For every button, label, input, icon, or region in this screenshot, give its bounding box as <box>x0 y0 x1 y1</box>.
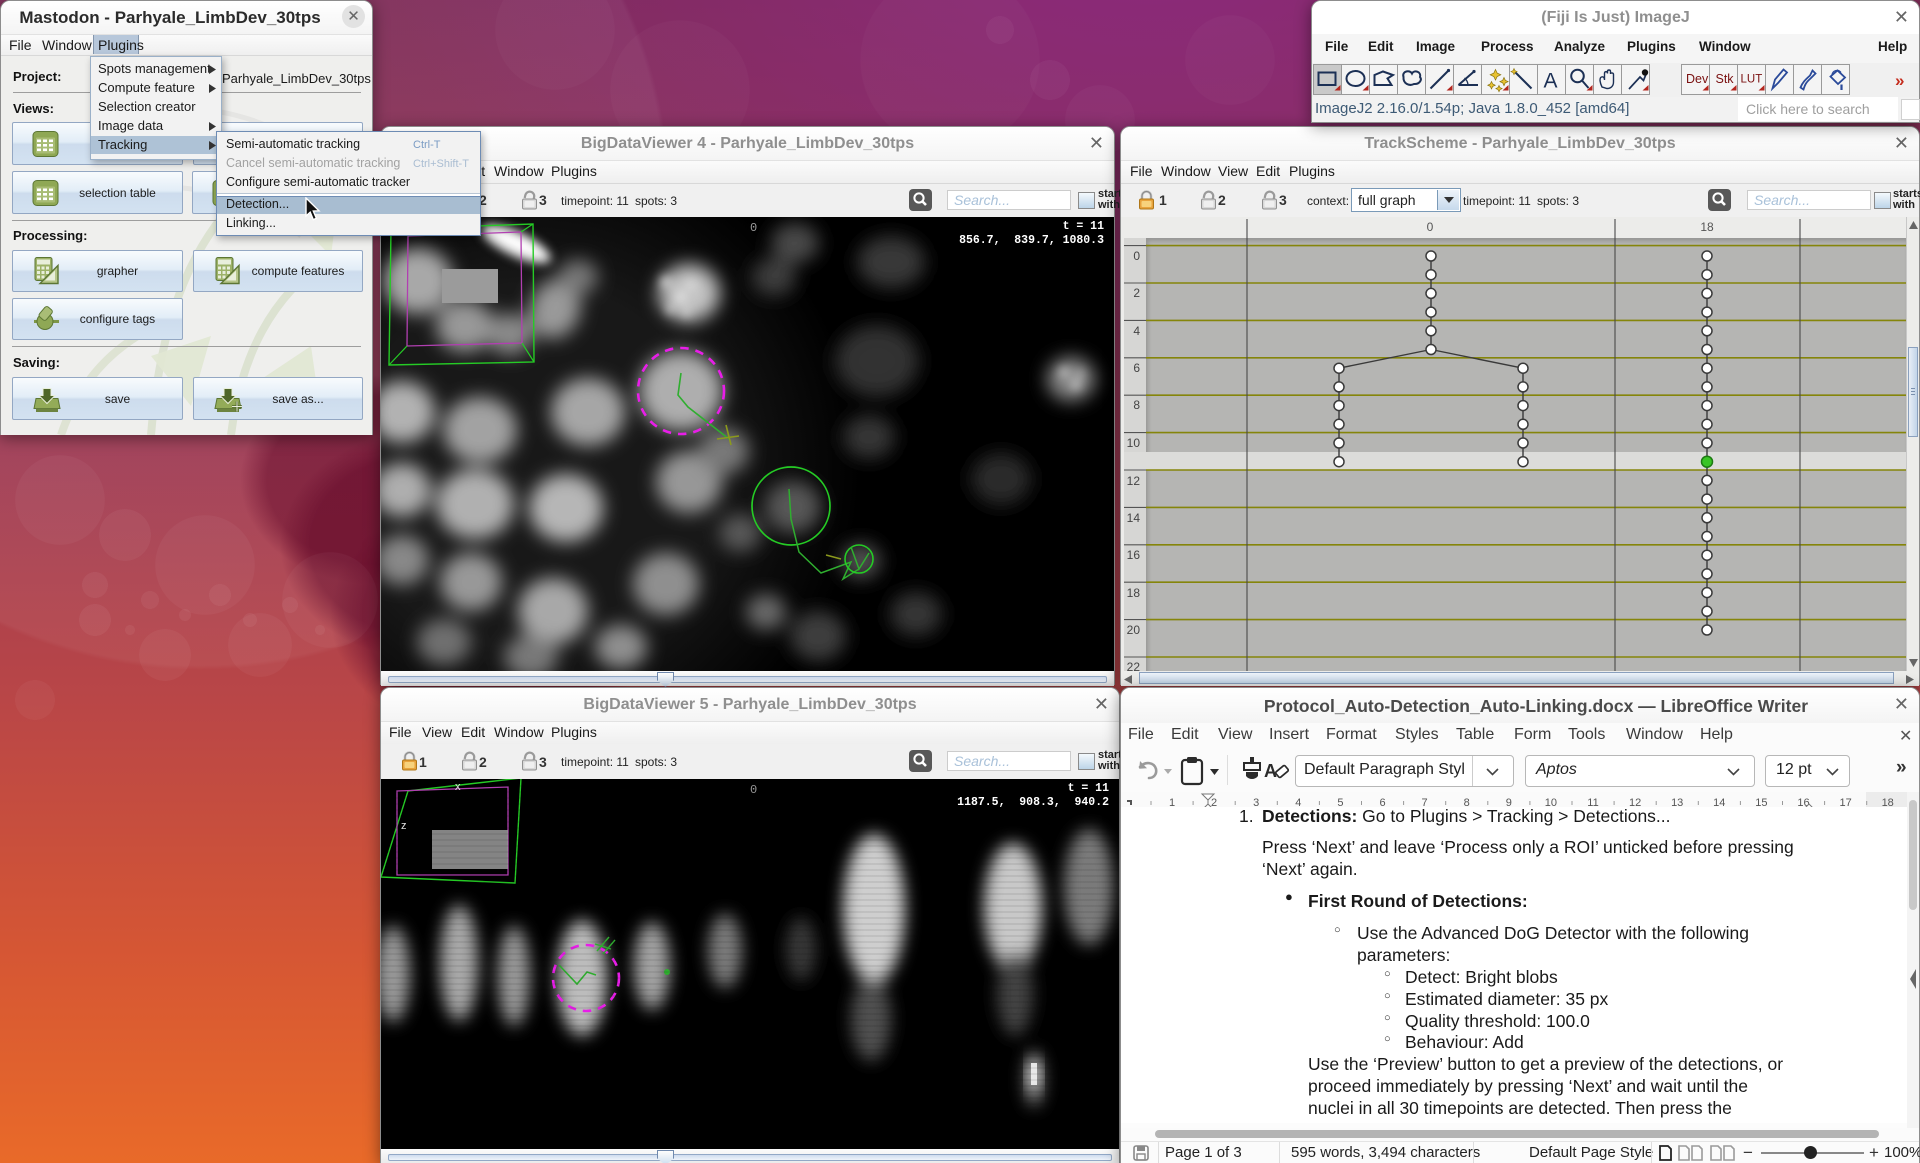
svg-text:12: 12 <box>1127 474 1141 488</box>
svg-text:6: 6 <box>1133 361 1140 375</box>
svg-text:8: 8 <box>1133 398 1140 412</box>
svg-text:4: 4 <box>1133 324 1140 338</box>
svg-text:»: » <box>1895 71 1904 90</box>
svg-text:0: 0 <box>750 221 757 235</box>
svg-text:16: 16 <box>1127 548 1141 562</box>
svg-text:0: 0 <box>1427 220 1434 234</box>
svg-text:2: 2 <box>1133 286 1140 300</box>
svg-text:20: 20 <box>1127 623 1141 637</box>
svg-text:LUT: LUT <box>1741 74 1763 86</box>
svg-text:18: 18 <box>1127 586 1141 600</box>
svg-text:22: 22 <box>1127 660 1141 671</box>
svg-text:Stk: Stk <box>1716 72 1735 86</box>
svg-text:18: 18 <box>1700 220 1714 234</box>
svg-text:A: A <box>1264 761 1277 781</box>
svg-text:10: 10 <box>1127 436 1141 450</box>
svg-text:14: 14 <box>1127 511 1141 525</box>
svg-text:0: 0 <box>1133 249 1140 263</box>
svg-text:A: A <box>1544 70 1558 93</box>
svg-text:Dev: Dev <box>1686 72 1709 86</box>
